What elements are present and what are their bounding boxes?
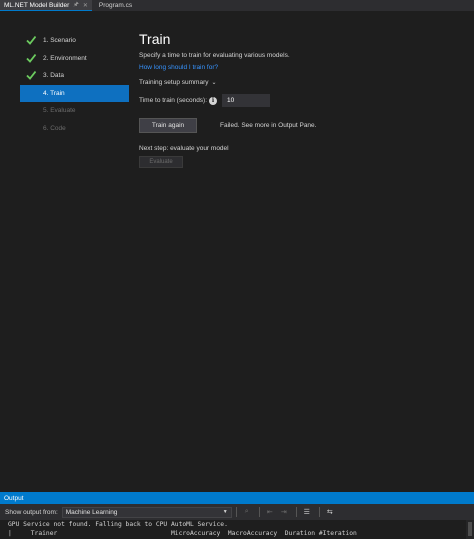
document-tab-strip: ML.NET Model Builder 🖈︎ ✕ Program.cs [0, 0, 474, 11]
train-again-button[interactable]: Train again [139, 118, 197, 133]
word-wrap-icon[interactable]: ⇆ [324, 507, 336, 518]
step-evaluate: 5. Evaluate [20, 102, 129, 120]
find-message-icon: ⌕ [244, 508, 249, 515]
time-to-train-label: Time to train (seconds): [139, 97, 208, 104]
train-row: Train again Failed. See more in Output P… [139, 118, 459, 133]
page-subtitle: Specify a time to train for evaluating v… [139, 52, 290, 59]
clear-all-icon[interactable]: ☰ [301, 507, 313, 518]
time-to-train-input[interactable]: 10 [222, 94, 271, 107]
training-summary-toggle[interactable]: Training setup summary ⌄ [139, 79, 459, 86]
step-label: 4. Train [43, 89, 65, 97]
pin-icon[interactable]: 🖈︎ [73, 0, 79, 10]
step-label: 2. Environment [43, 54, 87, 62]
previous-message-icon: ⇤ [266, 509, 273, 516]
step-data[interactable]: 3. Data [20, 67, 129, 85]
step-train[interactable]: 4. Train [20, 84, 129, 102]
tab-label: ML.NET Model Builder [4, 1, 70, 9]
output-line: | Trainer MicroAccuracy MacroAccuracy Du… [8, 530, 357, 537]
show-output-label: Show output from: [5, 508, 58, 516]
next-message-icon: ⇥ [280, 509, 287, 516]
train-content: Train Specify a time to train for evalua… [139, 31, 459, 168]
chevron-down-icon: ⌄ [211, 80, 217, 86]
tab-label: Program.cs [98, 2, 133, 9]
checkmark-icon [26, 70, 36, 80]
chevron-down-icon: ▼ [222, 509, 228, 515]
train-time-help-link[interactable]: How long should I train for? [139, 64, 218, 71]
step-scenario[interactable]: 1. Scenario [20, 32, 129, 50]
page-title: Train [139, 31, 171, 47]
output-toolbar: Show output from: Machine Learning ▼ ⌕ ⇤… [0, 504, 474, 520]
checkmark-icon [26, 53, 36, 63]
info-icon[interactable]: i [209, 96, 218, 105]
evaluate-button: Evaluate [139, 156, 183, 168]
time-to-train-row: Time to train (seconds): i 10 [139, 94, 459, 107]
output-pane: Output Show output from: Machine Learnin… [0, 492, 474, 539]
output-source-value: Machine Learning [65, 508, 118, 516]
step-label: 5. Evaluate [43, 107, 76, 115]
train-status-text: Failed. See more in Output Pane. [220, 122, 317, 129]
close-icon[interactable]: ✕ [83, 2, 88, 9]
step-label: 6. Code [43, 124, 66, 132]
step-code: 6. Code [20, 120, 129, 138]
output-title-bar: Output [0, 492, 474, 504]
next-step-text: Next step: evaluate your model [139, 145, 229, 152]
checkmark-icon [26, 35, 36, 45]
step-navigation: 1. Scenario 2. Environment 3. Data 4. Tr… [20, 32, 129, 137]
output-source-select[interactable]: Machine Learning ▼ [61, 506, 232, 518]
step-environment[interactable]: 2. Environment [20, 50, 129, 68]
tab-model-builder[interactable]: ML.NET Model Builder 🖈︎ ✕ [0, 0, 92, 11]
step-label: 3. Data [43, 72, 64, 80]
model-builder-pane: 1. Scenario 2. Environment 3. Data 4. Tr… [0, 11, 474, 488]
summary-label: Training setup summary [139, 79, 209, 86]
output-line: GPU Service not found. Falling back to C… [8, 521, 228, 528]
step-label: 1. Scenario [43, 37, 76, 45]
tab-program-cs[interactable]: Program.cs [95, 0, 136, 11]
output-scrollbar-thumb[interactable] [468, 522, 472, 536]
